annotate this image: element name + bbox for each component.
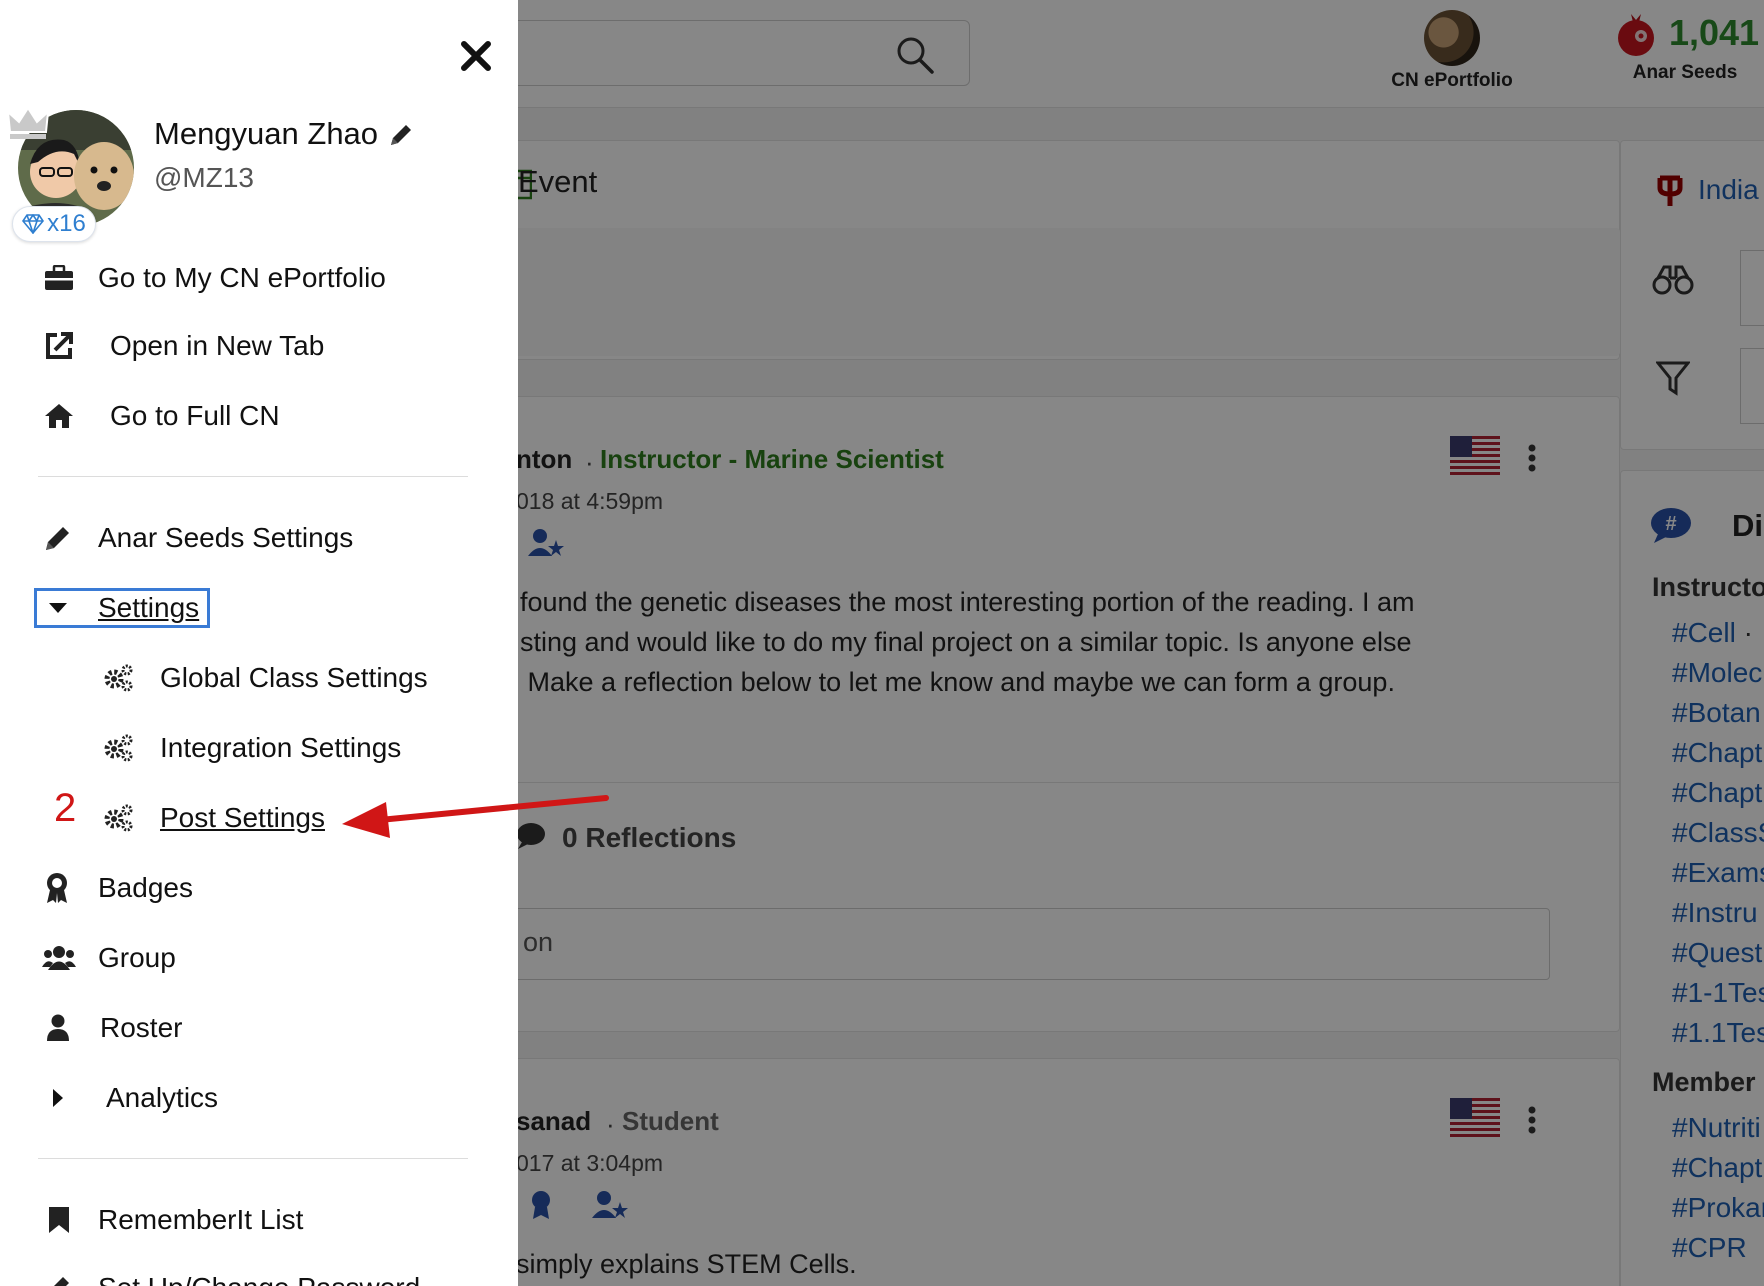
menu-item-label: Set Up/Change Password (98, 1272, 420, 1286)
users-icon (42, 946, 76, 970)
user-icon (47, 1014, 69, 1041)
crown-icon (6, 106, 50, 139)
annotation-step-number: 2 (54, 786, 77, 830)
menu-item-label: Post Settings (160, 802, 325, 833)
menu-item-label: Go to Full CN (110, 400, 280, 431)
cogs-icon (104, 804, 133, 832)
cogs-icon (104, 734, 133, 762)
menu-item-settings[interactable]: Settings (48, 592, 199, 624)
bookmark-icon (49, 1207, 69, 1233)
menu-item-label: Integration Settings (160, 732, 402, 763)
menu-item-global-class-settings[interactable]: Global Class Settings (102, 662, 428, 694)
menu-item-open-new-tab[interactable]: Open in New Tab (44, 330, 324, 362)
menu-item-label: Anar Seeds Settings (98, 522, 354, 553)
menu-item-label: Analytics (106, 1082, 219, 1113)
gem-badge: x16 (12, 206, 96, 242)
menu-item-integration-settings[interactable]: Integration Settings (102, 732, 401, 764)
menu-item-rememberit-list[interactable]: RememberIt List (48, 1204, 303, 1236)
menu-item-label: RememberIt List (98, 1204, 304, 1235)
edit-pencil-icon[interactable] (388, 122, 414, 148)
gem-count: x16 (47, 210, 86, 237)
user-handle: @MZ13 (154, 162, 254, 193)
menu-item-label: Badges (98, 872, 193, 903)
home-icon (45, 404, 73, 428)
annotation-arrow-icon (342, 795, 609, 838)
menu-item-post-settings[interactable]: Post Settings (102, 802, 325, 834)
side-drawer: x16 Mengyuan Zhao @MZ13 Go to My CN ePor… (0, 0, 518, 1286)
caret-right-icon (53, 1089, 63, 1107)
diamond-icon (22, 214, 45, 234)
caret-down-icon (49, 603, 67, 613)
briefcase-icon (45, 265, 73, 290)
menu-item-label: Settings (98, 592, 200, 623)
close-icon[interactable] (458, 38, 494, 74)
menu-item-full-cn[interactable]: Go to Full CN (44, 400, 280, 432)
cogs-icon (104, 664, 133, 692)
menu-item-badges[interactable]: Badges (44, 872, 193, 904)
external-link-icon (46, 332, 73, 359)
menu-item-eportfolio[interactable]: Go to My CN ePortfolio (44, 262, 386, 294)
menu-item-label: Global Class Settings (160, 662, 428, 693)
user-name: Mengyuan Zhao (154, 116, 379, 151)
menu-item-roster[interactable]: Roster (46, 1012, 182, 1044)
menu-item-label: Group (98, 942, 176, 973)
menu-item-label: Go to My CN ePortfolio (98, 262, 386, 293)
menu-item-set-password[interactable]: Set Up/Change Password (44, 1272, 420, 1286)
menu-divider (38, 476, 468, 477)
menu-item-group[interactable]: Group (42, 942, 176, 974)
menu-item-label: Open in New Tab (110, 330, 325, 361)
menu-item-anar-seeds-settings[interactable]: Anar Seeds Settings (44, 522, 353, 554)
pencil-icon (46, 527, 69, 550)
menu-divider (38, 1158, 468, 1159)
award-icon (47, 873, 67, 903)
menu-item-label: Roster (100, 1012, 183, 1043)
menu-item-analytics[interactable]: Analytics (52, 1082, 218, 1114)
pencil-icon (54, 1277, 69, 1286)
